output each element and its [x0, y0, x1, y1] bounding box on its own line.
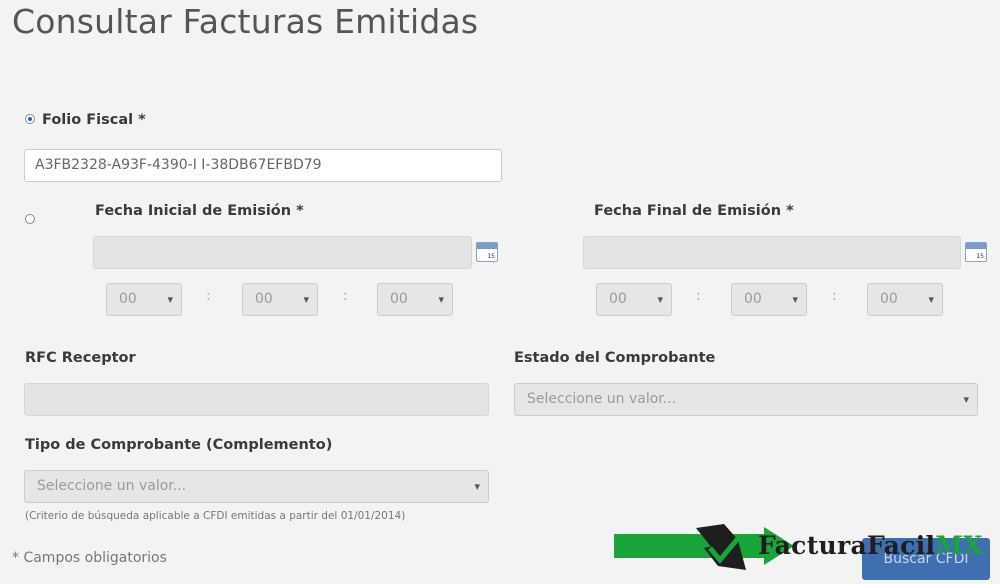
chevron-down-icon: ▾ [657, 293, 663, 306]
estado-select[interactable]: Seleccione un valor... ▾ [514, 383, 978, 416]
calendar-icon-day: 15 [487, 253, 495, 260]
fecha-inicial-label: Fecha Inicial de Emisión * [95, 203, 304, 219]
time-separator: : [832, 288, 837, 304]
folio-label: Folio Fiscal * [42, 112, 146, 128]
hour-value: 00 [609, 291, 627, 307]
book-logo-icon [696, 524, 746, 570]
estado-label: Estado del Comprobante [514, 350, 716, 366]
fecha-inicial-minute-select[interactable]: 00 ▾ [242, 283, 318, 316]
calendar-icon[interactable]: 15 [965, 242, 987, 262]
logo-brand: FacturaFacilMX [758, 531, 983, 560]
minute-value: 00 [744, 291, 762, 307]
estado-selected: Seleccione un valor... [527, 391, 677, 407]
fecha-final-hour-select[interactable]: 00 ▾ [596, 283, 672, 316]
second-value: 00 [390, 291, 408, 307]
fecha-inicial-hour-select[interactable]: 00 ▾ [106, 283, 182, 316]
calendar-icon[interactable]: 15 [476, 242, 498, 262]
tipo-selected: Seleccione un valor... [37, 478, 187, 494]
minute-value: 00 [255, 291, 273, 307]
chevron-down-icon: ▾ [792, 293, 798, 306]
second-value: 00 [880, 291, 898, 307]
chevron-down-icon: ▾ [438, 293, 444, 306]
fecha-inicial-input[interactable] [93, 236, 472, 269]
rfc-receptor-input[interactable] [24, 383, 489, 416]
rfc-receptor-label: RFC Receptor [25, 350, 136, 366]
brand-suffix: MX [935, 531, 983, 560]
hour-value: 00 [119, 291, 137, 307]
fecha-inicial-second-select[interactable]: 00 ▾ [377, 283, 453, 316]
tipo-label: Tipo de Comprobante (Complemento) [25, 437, 333, 453]
chevron-down-icon: ▾ [303, 293, 309, 306]
chevron-down-icon: ▾ [474, 480, 480, 493]
folio-fiscal-input[interactable]: A3FB2328-A93F-4390-I I-38DB67EFBD79 [24, 149, 502, 182]
fecha-final-minute-select[interactable]: 00 ▾ [731, 283, 807, 316]
fecha-final-input[interactable] [583, 236, 961, 269]
time-separator: : [206, 288, 211, 304]
tipo-select[interactable]: Seleccione un valor... ▾ [24, 470, 489, 503]
chevron-down-icon: ▾ [928, 293, 934, 306]
chevron-down-icon: ▾ [963, 393, 969, 406]
brand-name: FacturaFacil [758, 531, 936, 560]
calendar-icon-day: 15 [976, 253, 984, 260]
tipo-hint: (Criterio de búsqueda aplicable a CFDI e… [25, 510, 406, 522]
fecha-radio[interactable] [25, 214, 35, 224]
page-title: Consultar Facturas Emitidas [12, 2, 479, 41]
fecha-final-label: Fecha Final de Emisión * [594, 203, 794, 219]
time-separator: : [696, 288, 701, 304]
facturafacil-watermark: FacturaFacilMX [614, 520, 1000, 584]
fecha-final-second-select[interactable]: 00 ▾ [867, 283, 943, 316]
folio-radio[interactable] [25, 114, 35, 124]
time-separator: : [343, 288, 348, 304]
chevron-down-icon: ▾ [167, 293, 173, 306]
required-note: * Campos obligatorios [12, 550, 167, 566]
